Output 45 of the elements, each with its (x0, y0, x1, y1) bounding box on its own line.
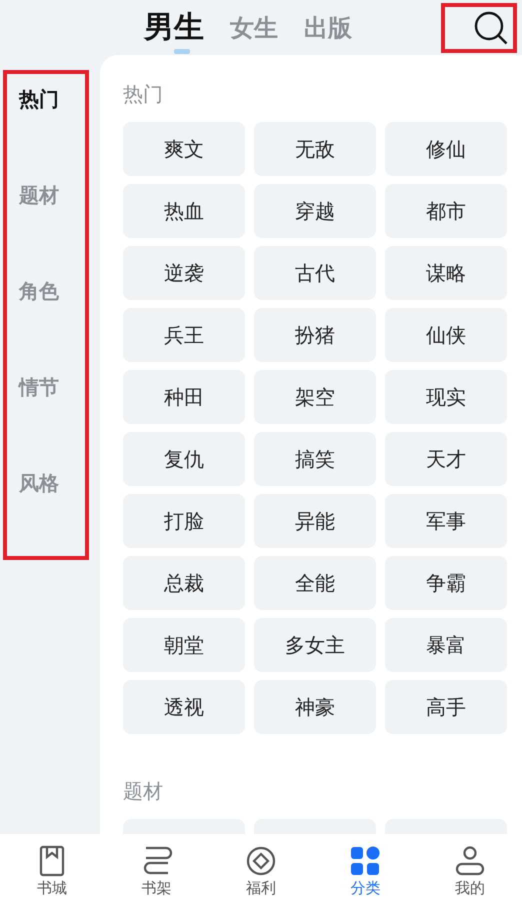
nav-tab[interactable]: 分类 (313, 834, 418, 906)
nav-tab[interactable]: 书城 (0, 834, 104, 906)
tag-chip[interactable]: 扮猪 (254, 308, 376, 362)
nav-tab[interactable]: 书架 (104, 834, 209, 906)
tag-chip[interactable]: 现实 (385, 370, 507, 424)
tag-chip[interactable]: 透视 (123, 680, 245, 734)
tag-chip[interactable]: 天才 (385, 432, 507, 486)
section-title: 热门 (123, 81, 164, 108)
tag-chip[interactable]: 种田 (123, 370, 245, 424)
tag-chip[interactable]: 复仇 (123, 432, 245, 486)
tag-chip[interactable]: 军事 (385, 494, 507, 548)
section-title: 题材 (123, 778, 164, 805)
tag-chip[interactable]: 都市 (385, 184, 507, 238)
sidebar-item[interactable]: 热门 (7, 76, 85, 172)
tag-chip[interactable]: 神豪 (254, 680, 376, 734)
tag-chip[interactable]: 热血 (123, 184, 245, 238)
tag-chip[interactable]: 高手 (385, 680, 507, 734)
tag-chip[interactable]: 争霸 (385, 556, 507, 610)
person-icon (454, 845, 486, 877)
tag-chip[interactable]: 兵王 (123, 308, 245, 362)
tag-chip[interactable]: 古代 (254, 246, 376, 300)
tag-chip[interactable]: 朝堂 (123, 618, 245, 672)
tag-chip[interactable]: 异能 (254, 494, 376, 548)
coin-icon (245, 845, 278, 877)
tag-chip[interactable]: 打脸 (123, 494, 245, 548)
tag-chip[interactable]: 爽文 (123, 122, 245, 176)
category-tab[interactable]: 男生 (144, 7, 204, 48)
tab-indicator (174, 49, 190, 54)
tag-chip[interactable]: 无敌 (254, 122, 376, 176)
tag-chip[interactable]: 多女主 (254, 618, 376, 672)
grid-icon (349, 845, 382, 877)
tag-chip[interactable]: 总裁 (123, 556, 245, 610)
tag-chip[interactable]: 逆袭 (123, 246, 245, 300)
tag-chip[interactable]: 修仙 (385, 122, 507, 176)
tag-chip[interactable]: 仙侠 (385, 308, 507, 362)
tag-chip[interactable]: 搞笑 (254, 432, 376, 486)
tag-chip[interactable]: 穿越 (254, 184, 376, 238)
search-icon (473, 10, 509, 46)
tag-chip[interactable]: 架空 (254, 370, 376, 424)
nav-tab[interactable]: 我的 (418, 834, 522, 906)
search-button[interactable] (441, 3, 517, 53)
nav-tab[interactable]: 福利 (208, 834, 314, 906)
tag-chip[interactable]: 全能 (254, 556, 376, 610)
tag-chip[interactable]: 暴富 (385, 618, 507, 672)
tag-chip[interactable]: 谋略 (385, 246, 507, 300)
